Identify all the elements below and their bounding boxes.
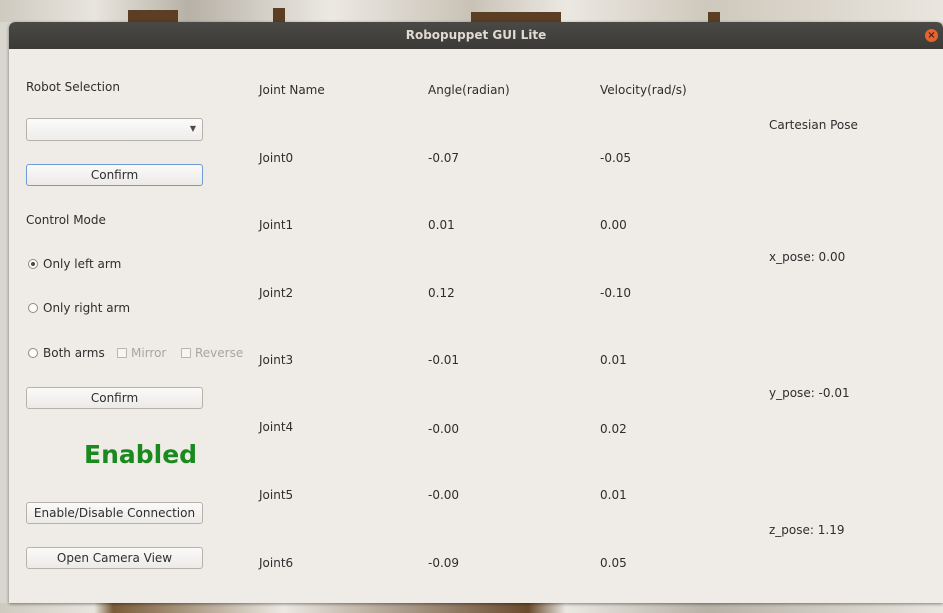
joint-angle: -0.00 — [428, 422, 460, 436]
velocity-header: Velocity(rad/s) — [600, 83, 687, 97]
connection-status: Enabled — [84, 440, 198, 469]
dropdown-arrow-icon: ▼ — [189, 124, 196, 133]
joint-angle: -0.09 — [428, 556, 460, 570]
z-pose-value: z_pose: 1.19 — [769, 523, 845, 537]
both-arms-label[interactable]: Both arms — [43, 346, 105, 360]
joint-angle: -0.07 — [428, 151, 460, 165]
joint-velocity: 0.01 — [600, 353, 627, 367]
mirror-label: Mirror — [131, 346, 167, 360]
joint-angle: -0.01 — [428, 353, 460, 367]
window-title: Robopuppet GUI Lite — [405, 28, 547, 42]
joint-name: Joint2 — [259, 286, 294, 300]
enable-disable-connection-button[interactable]: Enable/Disable Connection — [26, 502, 203, 524]
desktop-background-shape — [708, 12, 720, 22]
title-bar[interactable]: Robopuppet GUI Lite × — [9, 22, 943, 49]
confirm-robot-button[interactable]: Confirm — [26, 164, 203, 186]
only-left-arm-radio[interactable] — [28, 259, 38, 269]
joint-name: Joint4 — [259, 420, 294, 434]
confirm-robot-button-label: Confirm — [90, 168, 139, 182]
only-right-arm-label[interactable]: Only right arm — [43, 301, 130, 315]
joint-velocity: 0.01 — [600, 488, 627, 502]
joint-name: Joint5 — [259, 488, 294, 502]
open-camera-view-label: Open Camera View — [56, 551, 173, 565]
joint-velocity: 0.00 — [600, 218, 627, 232]
confirm-mode-button-label: Confirm — [90, 391, 139, 405]
only-right-arm-radio[interactable] — [28, 303, 38, 313]
angle-header: Angle(radian) — [428, 83, 510, 97]
joint-velocity: -0.10 — [600, 286, 632, 300]
close-button[interactable]: × — [925, 29, 938, 42]
close-icon: × — [927, 30, 936, 41]
desktop-background-shape — [471, 12, 561, 22]
joint-angle: 0.12 — [428, 286, 455, 300]
joint-angle: 0.01 — [428, 218, 455, 232]
desktop-background-bottom — [0, 603, 943, 613]
only-left-arm-label[interactable]: Only left arm — [43, 257, 121, 271]
mirror-checkbox[interactable] — [117, 348, 127, 358]
joint-name: Joint1 — [259, 218, 294, 232]
enable-disable-connection-label: Enable/Disable Connection — [33, 506, 196, 520]
confirm-mode-button[interactable]: Confirm — [26, 387, 203, 409]
reverse-checkbox[interactable] — [181, 348, 191, 358]
open-camera-view-button[interactable]: Open Camera View — [26, 547, 203, 569]
both-arms-radio[interactable] — [28, 348, 38, 358]
y-pose-value: y_pose: -0.01 — [769, 386, 850, 400]
desktop-background-shape — [273, 8, 285, 22]
control-mode-label: Control Mode — [26, 213, 106, 227]
reverse-label: Reverse — [195, 346, 244, 360]
joint-velocity: -0.05 — [600, 151, 632, 165]
joint-name: Joint6 — [259, 556, 294, 570]
joint-velocity: 0.02 — [600, 422, 627, 436]
robot-selection-combobox[interactable]: ▼ — [26, 118, 203, 141]
cartesian-pose-title: Cartesian Pose — [769, 118, 858, 132]
joint-velocity: 0.05 — [600, 556, 627, 570]
robot-selection-label: Robot Selection — [26, 80, 120, 94]
joint-name: Joint3 — [259, 353, 294, 367]
joint-name: Joint0 — [259, 151, 294, 165]
desktop-background-shape — [128, 10, 178, 22]
x-pose-value: x_pose: 0.00 — [769, 250, 846, 264]
joint-name-header: Joint Name — [259, 83, 325, 97]
app-window: Robopuppet GUI Lite × Robot Selection ▼ … — [9, 22, 943, 603]
joint-angle: -0.00 — [428, 488, 460, 502]
